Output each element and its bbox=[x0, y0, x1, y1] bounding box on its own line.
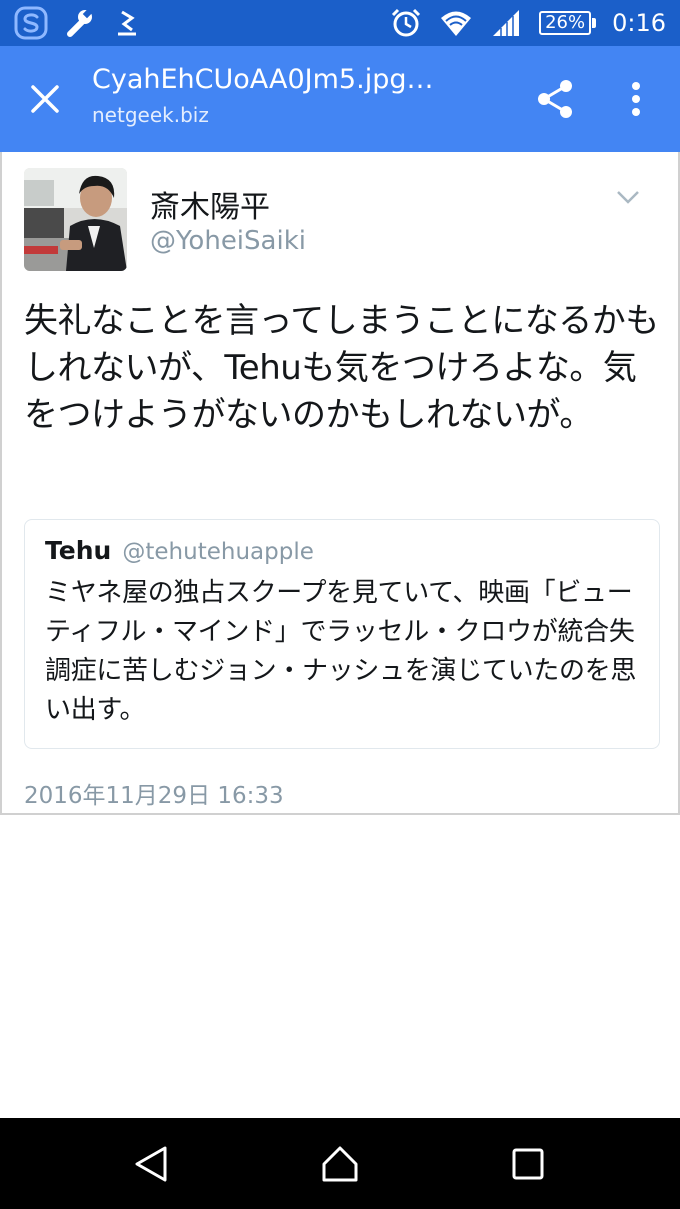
back-icon bbox=[135, 1146, 167, 1182]
tweet-timestamp: 2016年11月29日 16:33 bbox=[24, 783, 284, 809]
quoted-author-handle: @tehutehuapple bbox=[122, 539, 314, 565]
quoted-tweet-header: Tehu @tehutehuapple bbox=[45, 536, 314, 565]
status-icons-left bbox=[14, 6, 144, 40]
battery-indicator: 26% bbox=[539, 11, 597, 35]
s-app-icon bbox=[14, 6, 48, 40]
download-icon bbox=[118, 10, 136, 36]
tweet-text: 失礼なことを言ってしまうことになるかもしれないが、Tehuも気をつけろよな。気を… bbox=[24, 301, 659, 435]
status-icons-right: 26% 0:16 bbox=[389, 0, 666, 46]
author-name: 斎木陽平 bbox=[150, 190, 270, 225]
chevron-down-icon bbox=[617, 191, 639, 204]
navigation-bar bbox=[0, 1118, 680, 1209]
wrench-icon bbox=[67, 9, 92, 37]
clock: 0:16 bbox=[612, 9, 666, 37]
signal-icon bbox=[493, 10, 520, 36]
status-bar: 26% 0:16 bbox=[0, 0, 680, 46]
more-options-button[interactable] bbox=[614, 76, 658, 122]
avatar bbox=[24, 168, 127, 271]
alarm-icon bbox=[392, 8, 421, 37]
page-subtitle: netgeek.biz bbox=[92, 103, 209, 127]
title-block: CyahEhCUoAA0Jm5.jpg… netgeek.biz bbox=[92, 64, 502, 127]
battery-level: 26% bbox=[539, 11, 592, 35]
wifi-icon bbox=[441, 11, 472, 36]
share-icon bbox=[538, 80, 572, 118]
quoted-author-name: Tehu bbox=[45, 536, 112, 565]
recents-button[interactable] bbox=[498, 1138, 558, 1190]
app-bar: CyahEhCUoAA0Jm5.jpg… netgeek.biz bbox=[0, 46, 680, 152]
quoted-tweet-text: ミヤネ屋の独占スクープを見ていて、映画「ビューティフル・マインド」でラッセル・ク… bbox=[45, 578, 637, 725]
home-button[interactable] bbox=[310, 1138, 370, 1190]
home-icon bbox=[322, 1146, 358, 1182]
back-button[interactable] bbox=[121, 1138, 181, 1190]
page-title: CyahEhCUoAA0Jm5.jpg… bbox=[92, 64, 434, 95]
author-handle: @YoheiSaiki bbox=[150, 226, 306, 256]
quoted-tweet: Tehu @tehutehuapple ミヤネ屋の独占スクープを見ていて、映画「… bbox=[24, 519, 660, 749]
more-vert-icon bbox=[632, 82, 640, 116]
tweet-image: 斎木陽平 @YoheiSaiki 失礼なことを言ってしまうことになるかもしれない… bbox=[0, 152, 680, 815]
close-icon bbox=[31, 85, 59, 113]
recents-icon bbox=[512, 1148, 544, 1180]
close-button[interactable] bbox=[20, 76, 70, 122]
share-button[interactable] bbox=[532, 76, 578, 122]
